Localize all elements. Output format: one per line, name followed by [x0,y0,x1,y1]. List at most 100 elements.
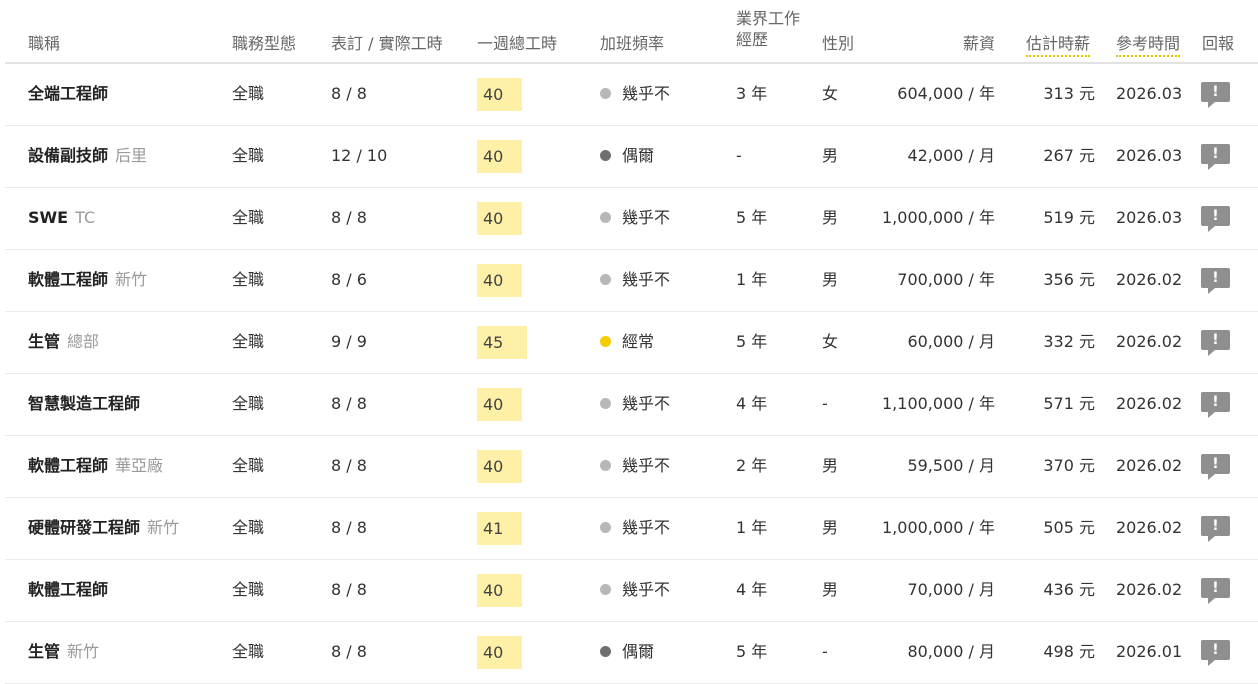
exclamation-speech-bubble-icon: ! [1201,206,1230,226]
reference-time: 2026.03 [1116,146,1183,165]
table-row: SWE TC 全職 8 / 8 40 幾乎不 5 年 男 1,000,000 / … [5,188,1258,250]
job-title[interactable]: 生管 新竹 [28,642,99,662]
overtime-frequency: 幾乎不 [600,208,670,228]
job-type: 全職 [232,518,265,537]
report-button[interactable]: ! [1201,454,1230,480]
overtime-label: 幾乎不 [622,518,671,537]
experience: 5 年 [736,642,768,661]
gender: 男 [822,208,839,227]
job-type: 全職 [232,208,265,227]
hourly-wage: 332 元 [1043,332,1095,351]
overtime-frequency: 偶爾 [600,146,654,166]
reference-time: 2026.03 [1116,208,1183,227]
report-icon-tail [1208,412,1215,418]
job-title-text: 生管 [28,332,61,351]
report-button[interactable]: ! [1201,144,1230,170]
job-type: 全職 [232,146,265,165]
job-title[interactable]: 軟體工程師 新竹 [28,270,147,290]
job-title-text: 軟體工程師 [28,456,109,475]
overtime-frequency: 幾乎不 [600,580,670,600]
overtime-label: 幾乎不 [622,270,671,289]
job-title[interactable]: 硬體研發工程師 新竹 [28,518,179,538]
table-body: 全端工程師 全職 8 / 8 40 幾乎不 3 年 女 604,000 / 年 … [0,64,1258,684]
gender: - [822,642,828,661]
job-title[interactable]: SWE TC [28,208,95,228]
weekly-hours-badge: 40 [477,202,522,235]
header-type[interactable]: 職務型態 [232,30,296,54]
report-button[interactable]: ! [1201,516,1230,542]
job-title[interactable]: 生管 總部 [28,332,99,352]
header-hourly[interactable]: 估計時薪 [1026,30,1091,57]
job-type: 全職 [232,270,265,289]
hourly-wage: 313 元 [1043,84,1095,103]
work-hours: 8 / 8 [331,518,367,537]
reference-time: 2026.02 [1116,332,1183,351]
header-experience[interactable]: 業界工作 經歷 [736,8,800,50]
experience: 3 年 [736,84,768,103]
header-weekly-hours[interactable]: 一週總工時 [477,30,557,54]
job-type: 全職 [232,332,265,351]
header-report: 回報 [1202,34,1235,53]
gender: 男 [822,456,839,475]
table-row: 生管 新竹 全職 8 / 8 40 偶爾 5 年 - 80,000 / 月 498… [5,622,1258,684]
job-title-text: 軟體工程師 [28,270,109,289]
table-row: 生管 總部 全職 9 / 9 45 經常 5 年 女 60,000 / 月 332… [5,312,1258,374]
exclamation-speech-bubble-icon: ! [1201,82,1230,102]
overtime-frequency: 幾乎不 [600,518,670,538]
exclamation-speech-bubble-icon: ! [1201,578,1230,598]
salary: 700,000 / 年 [897,270,995,289]
weekly-hours-badge: 40 [477,450,522,483]
header-ref-time[interactable]: 參考時間 [1116,30,1181,57]
table-row: 設備副技師 后里 全職 12 / 10 40 偶爾 - 男 42,000 / 月 … [5,126,1258,188]
hourly-wage: 356 元 [1043,270,1095,289]
hourly-wage: 505 元 [1043,518,1095,537]
overtime-label: 經常 [622,332,655,351]
job-location: TC [75,208,96,227]
dot-icon [600,646,611,657]
report-button[interactable]: ! [1201,330,1230,356]
job-title[interactable]: 全端工程師 [28,84,108,104]
job-title[interactable]: 軟體工程師 [28,580,108,600]
salary-table: 職稱 職務型態 表訂 / 實際工時 一週總工時 加班頻率 業界工作 經歷 性別 … [0,0,1258,684]
exclamation-speech-bubble-icon: ! [1201,268,1230,288]
work-hours: 8 / 8 [331,84,367,103]
job-title[interactable]: 軟體工程師 華亞廠 [28,456,163,476]
work-hours: 8 / 8 [331,456,367,475]
reference-time: 2026.02 [1116,518,1183,537]
experience: 1 年 [736,270,768,289]
weekly-hours-badge: 40 [477,264,522,297]
dot-icon [600,584,611,595]
overtime-label: 幾乎不 [622,580,671,599]
work-hours: 8 / 8 [331,208,367,227]
overtime-frequency: 幾乎不 [600,456,670,476]
header-salary[interactable]: 薪資 [895,30,995,54]
work-hours: 8 / 8 [331,580,367,599]
report-icon-tail [1208,226,1215,232]
job-title[interactable]: 設備副技師 后里 [28,146,147,166]
table-row: 軟體工程師 華亞廠 全職 8 / 8 40 幾乎不 2 年 男 59,500 / … [5,436,1258,498]
salary: 1,000,000 / 年 [882,518,995,537]
job-title-text: 全端工程師 [28,84,109,103]
job-location: 后里 [115,146,148,165]
header-gender[interactable]: 性別 [822,30,854,54]
reference-time: 2026.02 [1116,456,1183,475]
report-button[interactable]: ! [1201,578,1230,604]
report-icon-tail [1208,474,1215,480]
header-experience-line2: 經歷 [736,30,769,49]
gender: 男 [822,146,839,165]
overtime-label: 偶爾 [622,642,655,661]
report-button[interactable]: ! [1201,206,1230,232]
report-button[interactable]: ! [1201,640,1230,666]
job-title[interactable]: 智慧製造工程師 [28,394,140,414]
report-button[interactable]: ! [1201,82,1230,108]
overtime-label: 幾乎不 [622,84,671,103]
report-button[interactable]: ! [1201,268,1230,294]
header-work-hours[interactable]: 表訂 / 實際工時 [331,30,443,54]
salary: 70,000 / 月 [907,580,995,599]
header-job[interactable]: 職稱 [28,30,60,54]
gender: 女 [822,332,839,351]
header-overtime[interactable]: 加班頻率 [600,30,664,54]
report-icon-tail [1208,660,1215,666]
exclamation-speech-bubble-icon: ! [1201,392,1230,412]
report-button[interactable]: ! [1201,392,1230,418]
